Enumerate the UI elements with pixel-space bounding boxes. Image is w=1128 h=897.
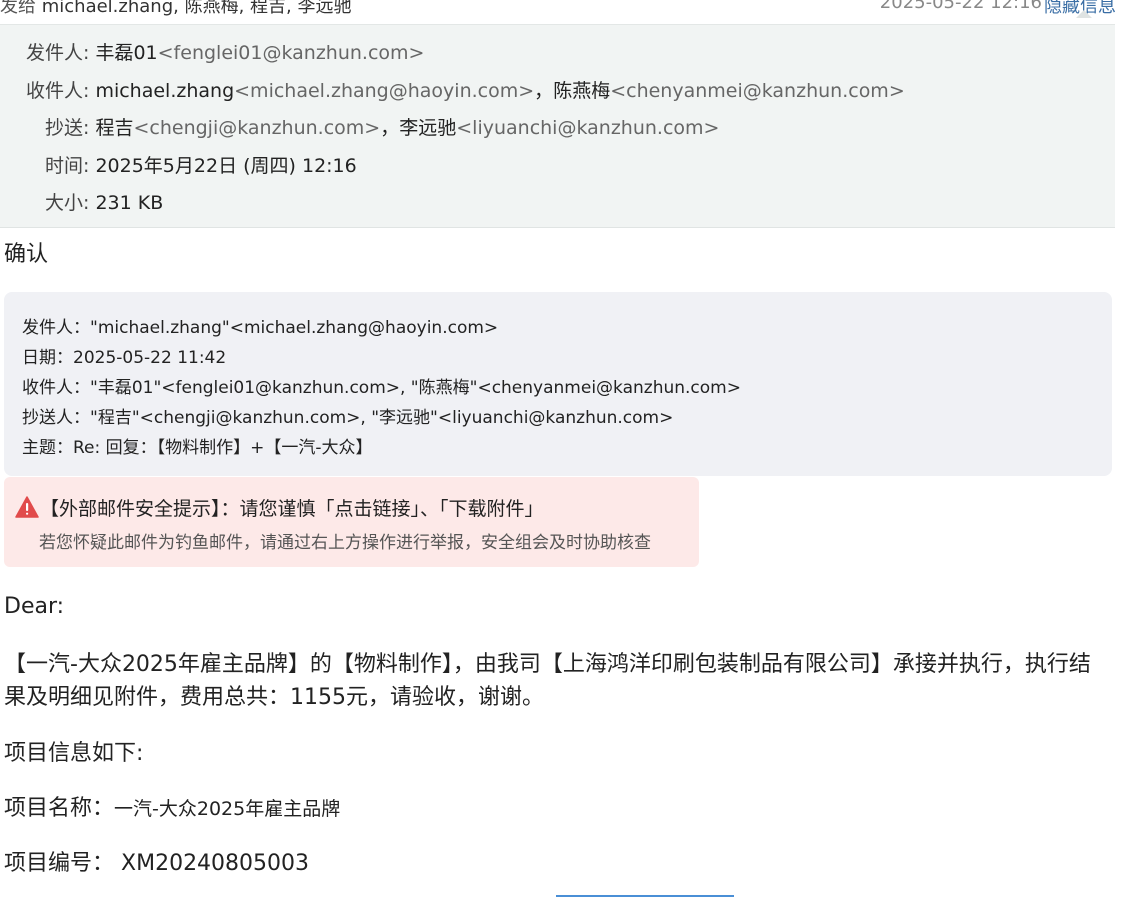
project-number-line: 项目编号： XM20240805003 [4,845,309,877]
time-label: 时间: [45,155,90,177]
message-summary-bar: 发给 michael.zhang, 陈燕梅, 程吉, 李远驰 2025-05-2… [0,0,1128,22]
security-warning-banner: 【外部邮件安全提示】：请您谨慎「点击链接」、「下载附件」 若您怀疑此邮件为钓鱼邮… [4,477,699,567]
warning-triangle-icon [15,496,39,518]
message-details-panel: 发件人: 丰磊01<fenglei01@kanzhun.com> 收件人: mi… [0,24,1115,228]
from-name[interactable]: 丰磊01 [95,42,157,64]
to-label: 收件人: [26,80,90,102]
quoted-cc: 抄送人："程吉"<chengji@kanzhun.com>, "李远驰"<liy… [22,408,674,428]
quoted-to: 收件人："丰磊01"<fenglei01@kanzhun.com>, "陈燕梅"… [22,378,741,398]
to-address[interactable]: <chenyanmei@kanzhun.com> [610,80,905,102]
time-value: 2025年5月22日 (周四) 12:16 [95,155,357,177]
cc-address[interactable]: <chengji@kanzhun.com> [133,117,380,139]
size-label: 大小: [45,192,90,214]
from-label: 发件人: [26,42,90,64]
project-info-heading: 项目信息如下: [4,741,144,766]
cc-label: 抄送: [45,117,90,139]
details-caret-icon [1076,10,1092,18]
security-warning-title: 【外部邮件安全提示】：请您谨慎「点击链接」、「下载附件」 [40,498,544,520]
to-row: 收件人: michael.zhang<michael.zhang@haoyin.… [26,76,905,103]
cc-separator: ， [380,117,400,139]
body-greeting: Dear: [4,594,65,619]
security-warning-subtitle: 若您怀疑此邮件为钓鱼邮件，请通过右上方操作进行举报，安全组会及时协助核查 [39,533,651,553]
body-paragraph: 【一汽-大众2025年雇主品牌】的【物料制作】，由我司【上海鸿洋印刷包装制品有限… [4,652,1091,710]
sent-to-summary: 发给 michael.zhang, 陈燕梅, 程吉, 李远驰 [0,0,351,18]
from-row: 发件人: 丰磊01<fenglei01@kanzhun.com> [26,38,424,65]
project-number-value: XM20240805003 [121,851,310,876]
message-datetime: 2025-05-22 12:16 [879,0,1042,13]
project-name-value: 一汽-大众2025年雇主品牌 [114,798,341,820]
to-address[interactable]: <michael.zhang@haoyin.com> [234,80,534,102]
sent-to-label: 发给 [0,0,36,17]
project-name-label: 项目名称： [4,796,115,821]
to-name[interactable]: michael.zhang [95,80,234,102]
size-row: 大小: 231 KB [45,188,163,215]
cc-name[interactable]: 李远驰 [399,117,456,139]
cc-name[interactable]: 程吉 [95,117,133,139]
cc-address[interactable]: <liyuanchi@kanzhun.com> [456,117,719,139]
quoted-date: 日期：2025-05-22 11:42 [22,348,227,368]
to-name[interactable]: 陈燕梅 [553,80,610,102]
project-name-line: 项目名称：一汽-大众2025年雇主品牌 [4,790,340,822]
quoted-message-header: 发件人："michael.zhang"<michael.zhang@haoyin… [4,292,1112,476]
quoted-from: 发件人："michael.zhang"<michael.zhang@haoyin… [22,318,499,338]
project-number-label: 项目编号： [4,851,115,876]
size-value: 231 KB [95,192,164,214]
from-address[interactable]: <fenglei01@kanzhun.com> [158,42,425,64]
to-separator: ， [534,80,554,102]
reply-text: 确认 [4,242,49,267]
quoted-subject: 主题：Re: 回复：【物料制作】+【一汽-大众】 [22,438,373,458]
time-row: 时间: 2025年5月22日 (周四) 12:16 [45,151,357,178]
cc-row: 抄送: 程吉<chengji@kanzhun.com>，李远驰<liyuanch… [45,113,719,140]
recipients-summary: michael.zhang, 陈燕梅, 程吉, 李远驰 [41,0,352,17]
